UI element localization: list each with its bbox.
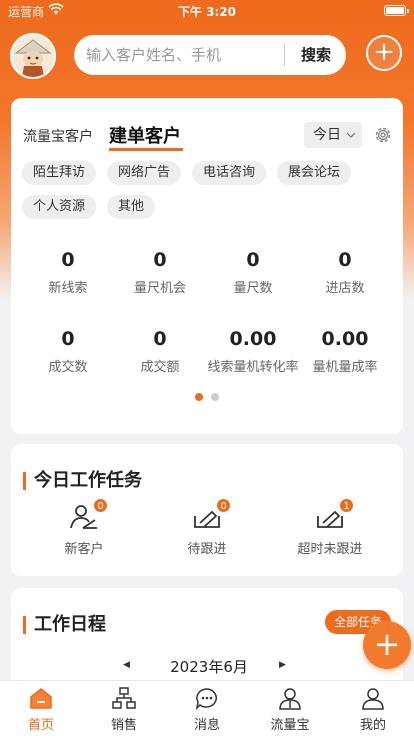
nav-messages[interactable]: 消息 [166, 686, 248, 733]
tag-personal-resource[interactable]: 个人资源 [22, 195, 97, 219]
section-title: 今日工作任务 [23, 471, 142, 491]
nav-label: 我的 [359, 718, 386, 733]
tab-traffic-customers[interactable]: 流量宝客户 [23, 126, 93, 146]
next-month-icon[interactable]: ▶ [279, 660, 286, 670]
task-count-badge: 0 [216, 498, 231, 513]
task-new-customer[interactable]: 0 新客户 [19, 498, 149, 557]
stats-card: 流量宝客户 建单客户 今日 陌生拜访 网络广告 电话咨询 展会论坛 个人资源 其… [11, 98, 403, 434]
task-count-badge: 1 [339, 498, 354, 513]
avatar[interactable] [10, 33, 56, 79]
section-title: 工作日程 [23, 615, 106, 635]
new-customer-icon: 0 [69, 498, 108, 530]
avatar-illustration-icon [12, 35, 54, 77]
today-tasks-card: 今日工作任务 0 新客户 0 待跟进 1 超时未跟进 [11, 444, 403, 576]
stat-deals[interactable]: 0 成交数 [19, 327, 117, 375]
profile-icon [362, 688, 384, 710]
plus-icon: + [373, 37, 395, 67]
nav-label: 流量宝 [270, 718, 310, 733]
previous-month-icon[interactable]: ◀ [123, 660, 130, 670]
stat-value: 0.00 [229, 328, 277, 350]
stat-new-leads[interactable]: 0 新线索 [19, 248, 117, 296]
tag-online-ads[interactable]: 网络广告 [107, 161, 182, 185]
stat-label: 量机量成率 [312, 360, 378, 375]
tag-exhibition[interactable]: 展会论坛 [277, 161, 352, 185]
page-indicator-dot[interactable] [211, 393, 219, 401]
stat-label: 新线索 [48, 281, 88, 296]
stat-label: 进店数 [325, 281, 365, 296]
nav-home[interactable]: 首页 [0, 686, 82, 733]
search-divider [284, 44, 285, 66]
date-filter-select[interactable]: 今日 [304, 122, 362, 148]
add-button[interactable]: + [366, 35, 402, 71]
search-input[interactable] [86, 35, 282, 75]
search-bar: 搜索 [74, 35, 346, 75]
stat-label: 线索量机转化率 [207, 360, 299, 375]
search-button[interactable]: 搜索 [287, 35, 345, 75]
plus-icon: + [373, 625, 401, 663]
tag-phone-inquiry[interactable]: 电话咨询 [192, 161, 267, 185]
bottom-navigation: 首页 销售 消息 流量宝 我的 [0, 680, 414, 736]
stat-deal-amount[interactable]: 0 成交额 [111, 327, 209, 375]
stat-measure-success-rate[interactable]: 0.00 量机量成率 [296, 327, 394, 375]
clock-time: 下午 3:20 [177, 5, 237, 19]
overdue-icon: 1 [315, 498, 354, 530]
follow-up-icon: 0 [192, 498, 231, 530]
stat-value: 0.00 [321, 328, 369, 350]
active-tab-indicator [109, 148, 183, 151]
month-label: 2023年6月 [170, 658, 248, 676]
nav-sales[interactable]: 销售 [83, 686, 165, 733]
stat-value: 0 [246, 249, 260, 271]
nav-label: 销售 [110, 718, 137, 733]
task-count-badge: 0 [93, 498, 108, 513]
battery-icon [384, 5, 409, 16]
task-pending-follow-up[interactable]: 0 待跟进 [142, 498, 272, 557]
stat-value: 0 [61, 328, 75, 350]
gear-icon[interactable] [373, 125, 393, 145]
page-indicator-dot-active[interactable] [195, 393, 203, 401]
nav-label: 消息 [193, 718, 220, 733]
traffic-icon [279, 688, 301, 710]
sales-icon [112, 687, 136, 709]
task-label: 待跟进 [187, 542, 227, 557]
stat-label: 成交额 [140, 360, 180, 375]
stat-value: 0 [338, 249, 352, 271]
tag-other[interactable]: 其他 [107, 195, 156, 219]
stat-label: 量尺数 [233, 281, 273, 296]
nav-traffic[interactable]: 流量宝 [249, 686, 331, 733]
date-filter-label: 今日 [313, 127, 341, 143]
tag-stranger-visit[interactable]: 陌生拜访 [22, 161, 97, 185]
home-icon [30, 688, 52, 709]
status-bar: 运营商 下午 3:20 [0, 0, 414, 22]
stat-value: 0 [61, 249, 75, 271]
task-overdue[interactable]: 1 超时未跟进 [265, 498, 395, 557]
stat-label: 成交数 [48, 360, 88, 375]
nav-profile[interactable]: 我的 [332, 686, 414, 733]
stat-measure-count[interactable]: 0 量尺数 [204, 248, 302, 296]
stat-value: 0 [153, 249, 167, 271]
message-icon [195, 688, 217, 710]
tab-order-customers[interactable]: 建单客户 [109, 122, 181, 148]
stat-value: 0 [153, 328, 167, 350]
stat-label: 量尺机会 [133, 281, 186, 296]
stat-store-visits[interactable]: 0 进店数 [296, 248, 394, 296]
schedule-card: 工作日程 全部任务 ◀ 2023年6月 ▶ [11, 588, 403, 688]
chevron-down-icon [346, 122, 356, 159]
stat-lead-conversion-rate[interactable]: 0.00 线索量机转化率 [204, 327, 302, 375]
task-label: 超时未跟进 [297, 542, 363, 557]
floating-add-button[interactable]: + [363, 621, 411, 669]
task-label: 新客户 [64, 542, 104, 557]
nav-label: 首页 [27, 718, 54, 733]
stat-measure-opportunities[interactable]: 0 量尺机会 [111, 248, 209, 296]
